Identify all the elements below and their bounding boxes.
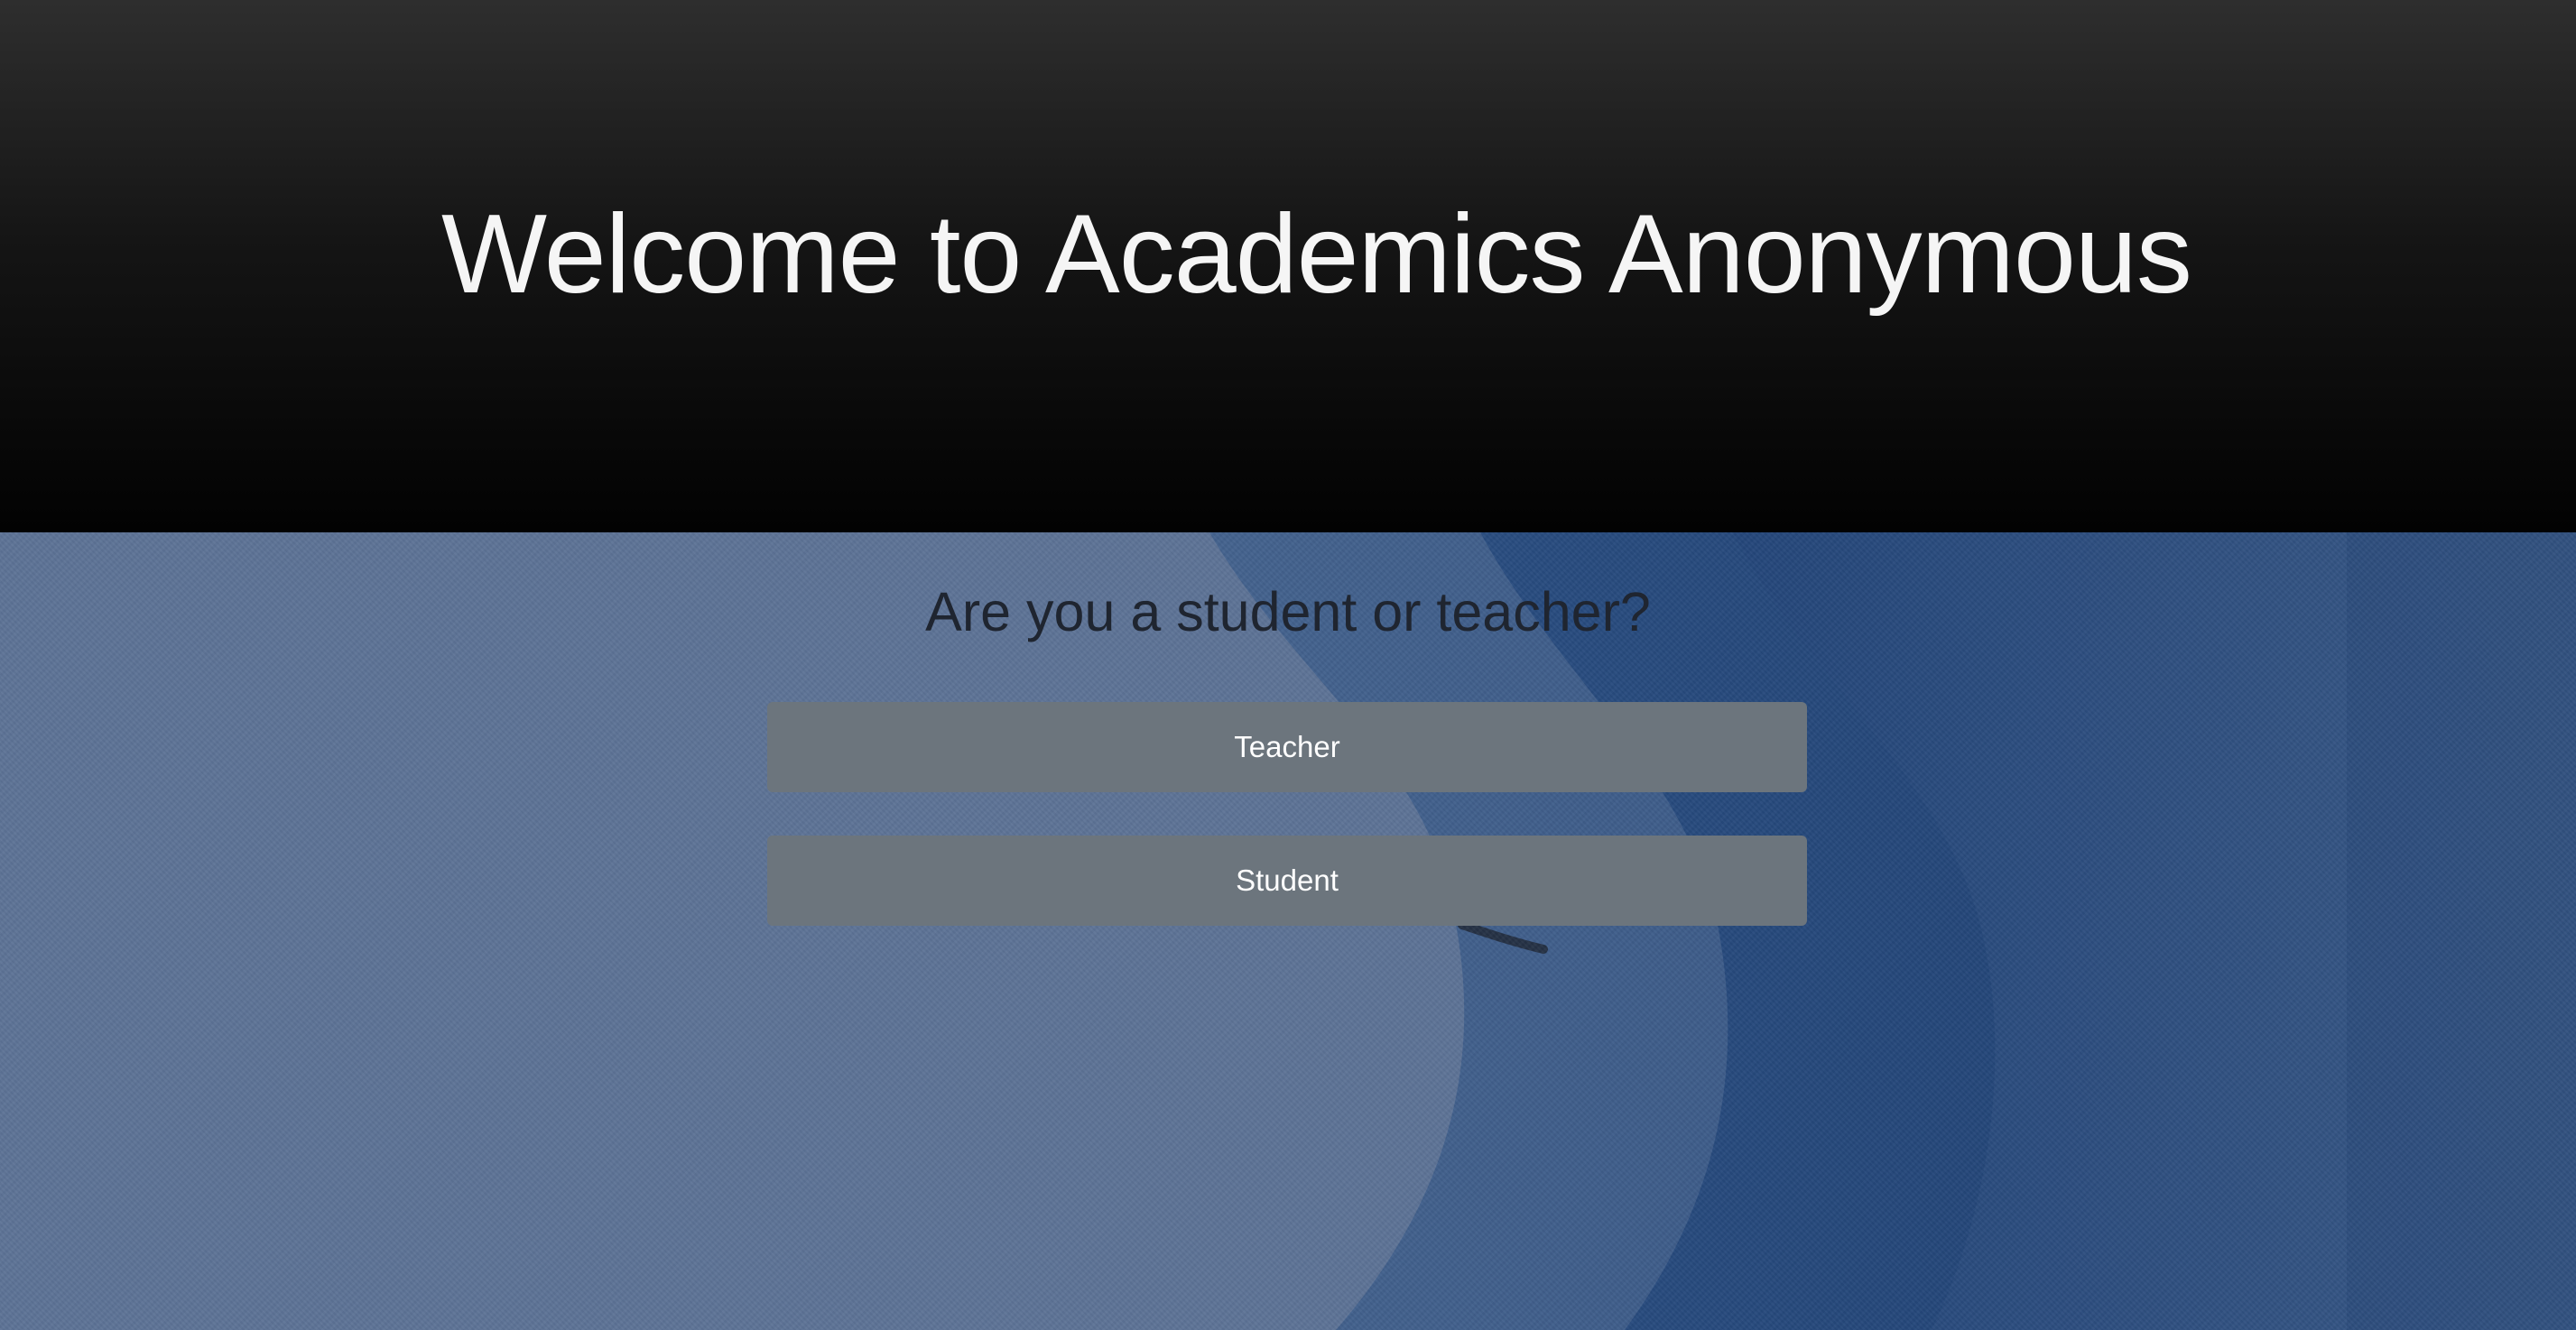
page-title: Welcome to Academics Anonymous xyxy=(441,192,2192,317)
role-question: Are you a student or teacher? xyxy=(925,581,1651,642)
wave-background-image xyxy=(0,532,2576,1330)
hero-background xyxy=(0,532,2576,1330)
page: Welcome to Academics Anonymous Are you a… xyxy=(0,0,2576,1330)
student-button[interactable]: Student xyxy=(767,836,1807,926)
welcome-header: Welcome to Academics Anonymous xyxy=(0,0,2576,532)
teacher-button[interactable]: Teacher xyxy=(767,702,1807,792)
